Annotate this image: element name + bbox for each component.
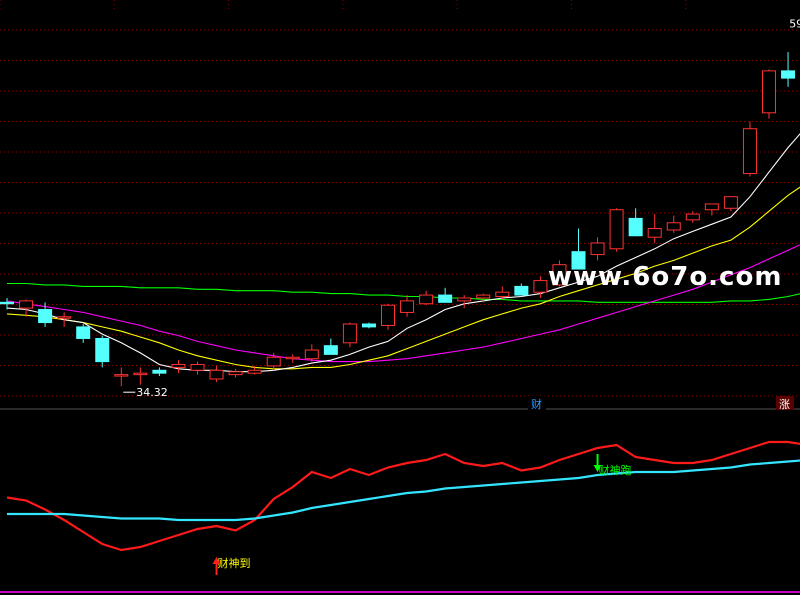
candle — [133, 367, 148, 385]
price-annotations: 59.80 34.32 — [123, 17, 800, 399]
candle-body — [647, 228, 662, 238]
candle-body — [533, 280, 548, 293]
watermark-text: www.6o7o.com — [548, 262, 782, 292]
candle-body — [457, 297, 472, 302]
candle-body — [666, 222, 681, 231]
grid-lines — [0, 0, 800, 397]
candle-body — [381, 304, 395, 326]
candle — [228, 368, 243, 378]
candle-body — [685, 213, 700, 221]
signal-label-sell: 财神跑 — [599, 463, 632, 477]
candle — [19, 299, 34, 317]
high-price-label: 59.80 — [789, 17, 800, 30]
candle — [381, 303, 395, 330]
candle — [628, 208, 643, 237]
candle-body — [323, 345, 338, 355]
candle — [304, 344, 319, 362]
candle-body — [590, 242, 605, 256]
candle-body — [781, 70, 796, 79]
candle-body — [419, 294, 434, 305]
candle — [400, 295, 415, 317]
indicator-panel — [6, 440, 800, 552]
candle-body — [704, 203, 719, 211]
candle — [323, 338, 338, 355]
low-price-label: 34.32 — [136, 386, 168, 399]
candle-body — [152, 369, 167, 374]
candle-body — [209, 369, 224, 380]
stock-chart-panel: 59.80 34.32 www.6o7o.com 财 涨 财神到 财神跑 — [0, 0, 800, 595]
candle — [285, 354, 300, 364]
slow-indicator-line — [7, 459, 800, 522]
candle — [209, 365, 224, 382]
candle-body — [495, 291, 510, 298]
candle-body — [76, 326, 91, 339]
candle-body — [38, 309, 53, 324]
candle-body — [285, 356, 300, 360]
candle-body — [742, 128, 757, 175]
candle — [95, 335, 110, 368]
candle-body — [304, 349, 319, 360]
candle — [419, 290, 434, 306]
candle — [114, 367, 129, 387]
signal-label-buy: 财神到 — [218, 556, 251, 570]
candle-body — [114, 374, 129, 377]
candle-body — [514, 285, 529, 296]
candle — [609, 208, 624, 252]
candle — [342, 322, 357, 348]
candle-body — [762, 70, 776, 114]
candle-body — [342, 323, 357, 344]
candle-body — [247, 369, 262, 374]
zhang-button[interactable]: 涨 — [776, 396, 794, 411]
zhang-button-label: 涨 — [779, 398, 790, 411]
candle-body — [171, 364, 186, 368]
candle-body — [628, 217, 643, 237]
candle — [704, 203, 719, 216]
candle — [438, 287, 453, 303]
candle-body — [723, 196, 738, 209]
cai-button-label: 财 — [531, 397, 542, 411]
candle-body — [438, 294, 453, 303]
candle — [361, 322, 376, 329]
ma5-line — [6, 133, 800, 373]
candle-body — [609, 209, 624, 250]
candle — [152, 367, 167, 377]
candle-body — [19, 300, 34, 309]
candle — [476, 293, 491, 303]
candle-body — [57, 316, 72, 319]
candle-body — [400, 300, 415, 313]
candle-body — [361, 323, 376, 328]
candle — [762, 69, 776, 119]
candle — [0, 297, 14, 310]
candle-body — [133, 372, 148, 376]
moving-average-lines — [6, 133, 800, 373]
fast-indicator-line — [6, 440, 800, 552]
candle — [666, 215, 681, 233]
candle-body — [95, 337, 110, 363]
candle — [647, 214, 662, 243]
candle-body — [190, 364, 205, 371]
candle-body — [0, 301, 14, 305]
candle — [742, 121, 757, 177]
candle-body — [476, 294, 491, 299]
candle — [457, 295, 472, 309]
candle — [590, 237, 605, 261]
cai-button[interactable]: 财 — [528, 396, 546, 411]
candle-body — [228, 371, 243, 376]
candle — [190, 361, 205, 375]
candle — [57, 312, 72, 327]
candle — [171, 360, 186, 374]
candle — [76, 324, 91, 343]
candle — [723, 196, 738, 212]
candle — [781, 52, 796, 87]
candle — [514, 283, 529, 296]
chart-canvas[interactable]: 59.80 34.32 www.6o7o.com 财 涨 财神到 财神跑 — [0, 0, 800, 595]
candle-body — [266, 356, 281, 367]
